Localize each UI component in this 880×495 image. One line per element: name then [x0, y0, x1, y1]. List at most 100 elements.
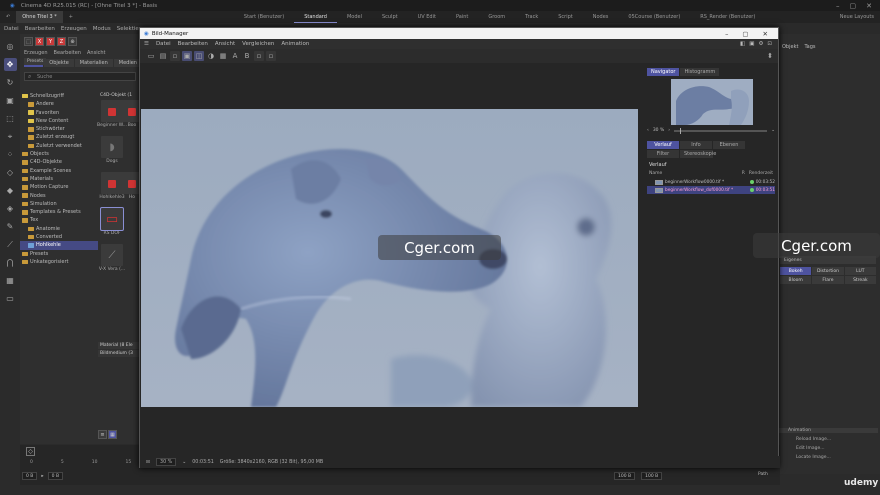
tab-navigator[interactable]: Navigator: [647, 68, 680, 76]
asset-item[interactable]: ◗ Dogs: [100, 136, 124, 171]
tree-item[interactable]: Presets: [20, 250, 98, 258]
streak-button[interactable]: Streak: [844, 276, 876, 284]
asset-section-material[interactable]: Material (8 Ele: [98, 342, 140, 349]
max-frame-field[interactable]: 100 B: [641, 472, 663, 480]
bm-menu-item[interactable]: Bearbeiten: [178, 41, 208, 47]
add-tab-icon[interactable]: +: [63, 11, 79, 23]
coordinate-icon[interactable]: ⊕: [68, 37, 77, 46]
layout-tab[interactable]: Nodes: [583, 11, 619, 23]
magnet-icon[interactable]: ⋂: [4, 256, 17, 269]
history-row[interactable]: beginnerWorkflow_dof0000.tif * 00:03:51: [647, 186, 775, 194]
maximize-icon[interactable]: ▢: [850, 2, 857, 10]
tree-item[interactable]: Unkategorisiert: [20, 258, 98, 266]
flare-button[interactable]: Flare: [812, 276, 844, 284]
edge-mode-icon[interactable]: ◇: [4, 166, 17, 179]
object-mode-icon[interactable]: ◈: [4, 202, 17, 215]
render-icon[interactable]: ⬍: [767, 51, 778, 61]
tab-tags[interactable]: Tags: [804, 44, 815, 50]
asset-menu-item[interactable]: Bearbeiten: [54, 50, 81, 56]
panel-icon[interactable]: ▣: [749, 41, 754, 47]
distortion-button[interactable]: Distortion: [812, 267, 844, 275]
undo-icon[interactable]: ↶: [0, 11, 16, 23]
tree-item[interactable]: Stichwörter: [20, 125, 98, 133]
current-frame-field[interactable]: 0 B: [47, 472, 64, 480]
dim-icon-1[interactable]: ▫: [254, 51, 264, 61]
reload-image-button[interactable]: Reload Image...: [778, 437, 878, 442]
tab-objekte[interactable]: Objekte: [44, 59, 74, 67]
y-axis-button[interactable]: Y: [46, 37, 55, 46]
zoom-in-icon[interactable]: ›: [668, 128, 670, 133]
zoom-slider[interactable]: [674, 127, 768, 134]
x-axis-button[interactable]: X: [35, 37, 44, 46]
asset-item[interactable]: ⟋ V-X Vera (...: [99, 244, 125, 279]
bm-menu-item[interactable]: Ansicht: [215, 41, 235, 47]
move-icon[interactable]: ✥: [3, 58, 17, 71]
tree-item[interactable]: Hohlkehle: [20, 241, 98, 250]
tree-item[interactable]: Zuletzt verwendet: [20, 142, 98, 150]
tab-medien[interactable]: Medien: [113, 59, 142, 67]
asset-menu-item[interactable]: Ansicht: [87, 50, 105, 56]
tree-item[interactable]: C4D-Objekte: [20, 158, 98, 166]
layout-tab[interactable]: Model: [337, 11, 372, 23]
tab-objekt[interactable]: Objekt: [782, 44, 798, 50]
layout-tab[interactable]: RS_Render (Benutzer): [690, 11, 765, 23]
menu-item[interactable]: Erzeugen: [61, 26, 87, 32]
layout-tab[interactable]: 05Course (Benutzer): [618, 11, 690, 23]
knife-icon[interactable]: ⟋: [4, 238, 17, 251]
layout-tab[interactable]: Track: [515, 11, 548, 23]
bm-menu-item[interactable]: Animation: [281, 41, 309, 47]
layout-tab[interactable]: Paint: [446, 11, 478, 23]
asset-group-header[interactable]: C4D-Objekt (1: [98, 92, 140, 99]
compare-icon[interactable]: ◫: [194, 51, 204, 61]
menu-item[interactable]: Modus: [93, 26, 111, 32]
camera-icon[interactable]: ◎: [4, 40, 17, 53]
navigator-thumbnail[interactable]: [671, 79, 753, 125]
layout-tab[interactable]: Sculpt: [372, 11, 408, 23]
grid-view-icon[interactable]: ▦: [108, 430, 117, 439]
bokeh-button[interactable]: Bokeh: [780, 267, 812, 275]
tree-item[interactable]: Tex: [20, 216, 98, 224]
select-icon[interactable]: ⬚: [24, 37, 33, 46]
minimize-icon[interactable]: –: [725, 30, 728, 38]
tree-item[interactable]: Materials: [20, 175, 98, 183]
tree-item[interactable]: Simulation: [20, 200, 98, 208]
status-zoom-dropdown-icon[interactable]: ⌄: [182, 460, 186, 465]
region-icon[interactable]: ▣: [182, 51, 192, 61]
tab-verlauf[interactable]: Verlauf: [647, 141, 679, 149]
transform-icon[interactable]: ⬚: [4, 112, 17, 125]
settings-icon[interactable]: ⚙: [758, 41, 763, 47]
presets-tab[interactable]: Presets: [24, 58, 47, 65]
layout-tab[interactable]: Groom: [478, 11, 515, 23]
play-icon[interactable]: ▸: [41, 474, 43, 479]
tree-item[interactable]: Andere: [20, 100, 98, 108]
menu-item[interactable]: Bearbeiten: [25, 26, 55, 32]
bm-menu-item[interactable]: Datei: [156, 41, 171, 47]
lock-icon[interactable]: ⊡: [767, 41, 772, 47]
tree-item[interactable]: Converted: [20, 233, 98, 241]
tab-materialien[interactable]: Materialien: [74, 59, 113, 67]
rotate-icon[interactable]: ↻: [4, 76, 17, 89]
close-icon[interactable]: ✕: [866, 2, 872, 10]
tab-info[interactable]: Info: [680, 141, 712, 149]
menu-item[interactable]: Datei: [4, 26, 19, 32]
tab-filter[interactable]: Filter: [647, 150, 679, 158]
tree-item[interactable]: Templates & Presets: [20, 208, 98, 216]
new-layouts-menu[interactable]: Neue Layouts: [840, 14, 880, 20]
status-zoom-field[interactable]: 30 %: [156, 458, 177, 466]
render-region-icon[interactable]: ▭: [4, 292, 17, 305]
minimize-icon[interactable]: –: [836, 2, 840, 10]
tree-item[interactable]: Schnellzugriff: [20, 92, 98, 100]
lut-button[interactable]: LUT: [844, 267, 876, 275]
tab-histogramm[interactable]: Histogramm: [680, 68, 720, 76]
tree-item[interactable]: Zuletzt erzeugt: [20, 133, 98, 141]
asset-search-input[interactable]: ⌕ Suche: [24, 72, 136, 81]
bm-menu-item[interactable]: Vergleichen: [242, 41, 274, 47]
open-icon[interactable]: ▭: [146, 51, 156, 61]
tree-item[interactable]: Motion Capture: [20, 183, 98, 191]
tab-ebenen[interactable]: Ebenen: [713, 141, 745, 149]
snap-icon[interactable]: ⌖: [4, 130, 17, 143]
dim-icon-2[interactable]: ▫: [266, 51, 276, 61]
maximize-icon[interactable]: ▢: [742, 30, 748, 38]
locate-image-button[interactable]: Locate Image...: [778, 455, 878, 460]
layout-tab[interactable]: Standard: [294, 11, 337, 23]
